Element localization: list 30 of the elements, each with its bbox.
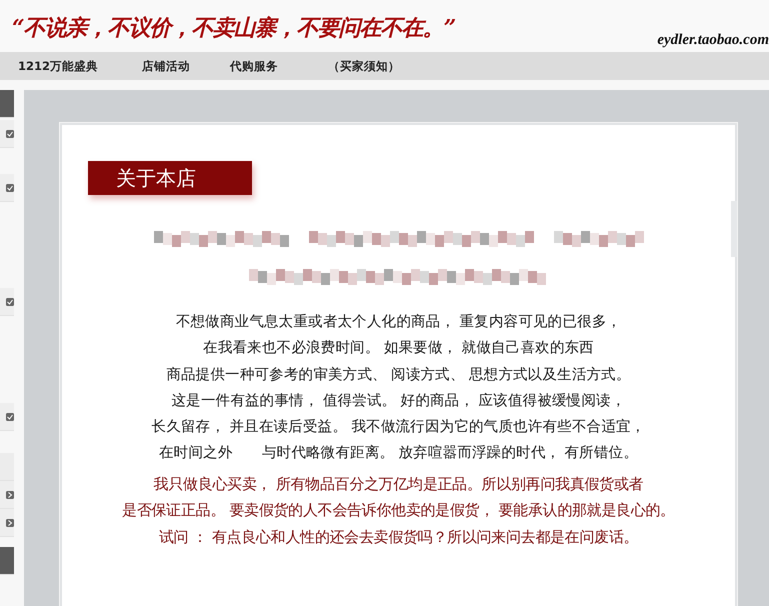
check-icon xyxy=(6,130,14,138)
sidebar-item[interactable] xyxy=(0,174,14,202)
sidebar-item[interactable] xyxy=(0,120,14,148)
sidebar-item[interactable] xyxy=(0,481,14,509)
chevron-icon xyxy=(6,490,14,498)
sidebar-item[interactable] xyxy=(0,509,14,537)
sidebar-header xyxy=(0,90,14,118)
paragraph-line: 在时间之外 与时代略微有距离。 放弃喧嚣而浮躁的时代， 有所错位。 xyxy=(158,444,640,464)
paragraph-line: 是否保证正品。 要卖假货的人不会告诉你他卖的是假货， 要能承认的那就是良心的。 xyxy=(121,500,676,522)
nav-link[interactable]: 店铺活动 xyxy=(142,58,190,74)
nav-link[interactable]: 1212万能盛典 xyxy=(18,58,98,74)
site-address: eydler.taobao.com xyxy=(657,32,769,49)
paragraph-line: 这是一件有益的事情， 值得尝试。 好的商品， 应该值得被缓慢阅读， xyxy=(170,392,626,411)
nav-link[interactable]: （买家须知） xyxy=(328,58,400,74)
paragraph-line: 不想做商业气息太重或者太个人化的商品， 重复内容可见的已很多， xyxy=(174,312,622,332)
paragraph-line: 试问 ： 有点良心和人性的还会去卖假货吗？所以问来问去都是在问废话。 xyxy=(158,526,640,548)
sidebar-item[interactable] xyxy=(0,288,14,316)
paragraph-line: 在我看来也不必浪费时间。 如果要做， 就做自己喜欢的东西 xyxy=(202,338,595,358)
paragraph-line: 我只做良心买卖， 所有物品百分之万亿均是正品。所以别再问我真假货或者 xyxy=(152,474,644,495)
chevron-icon xyxy=(6,518,14,526)
nav-link[interactable]: 代购服务 xyxy=(230,58,278,74)
sidebar-header xyxy=(0,547,14,575)
check-icon xyxy=(6,184,14,192)
check-icon xyxy=(6,412,14,420)
sidebar-item[interactable] xyxy=(0,403,14,431)
check-icon xyxy=(6,298,14,306)
section-title: 关于本店 xyxy=(88,161,252,195)
paragraph-line: 商品提供一种可参考的审美方式、 阅读方式、 思想方式以及生活方式。 xyxy=(165,366,632,385)
paragraph-line: 长久留存， 并且在读后受益。 我不做流行因为它的气质也许有些不合适宜， xyxy=(150,418,646,438)
slogan: “不说亲，不议价，不卖山寨，不要问在不在。” xyxy=(12,14,456,43)
